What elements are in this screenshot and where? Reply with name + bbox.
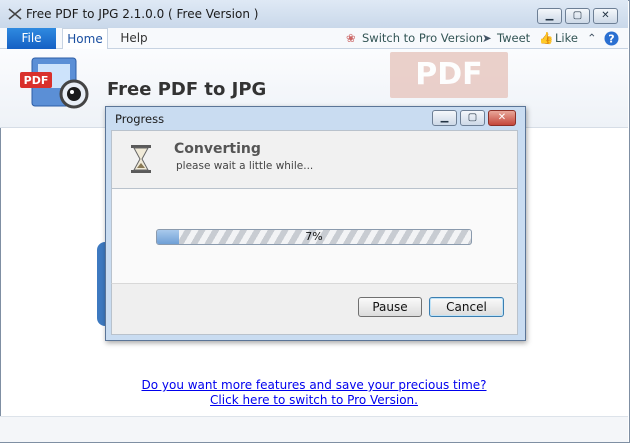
- pdf-watermark: PDF: [390, 52, 508, 98]
- tweet-link[interactable]: Tweet: [497, 31, 530, 45]
- app-heading: Free PDF to JPG: [107, 79, 267, 100]
- close-icon: ✕: [601, 10, 610, 21]
- hourglass-icon: [131, 145, 151, 173]
- help-icon[interactable]: ?: [604, 31, 619, 46]
- minimize-icon: ▁: [545, 10, 554, 21]
- promo-switch-link[interactable]: Click here to switch to Pro Version.: [210, 393, 418, 407]
- svg-text:?: ?: [608, 33, 614, 46]
- progress-bar: 7%: [156, 229, 472, 245]
- dialog-close-button[interactable]: ✕: [488, 110, 516, 126]
- tab-file[interactable]: File: [7, 28, 56, 49]
- switch-pro-link[interactable]: Switch to Pro Version: [362, 31, 483, 45]
- caret-up-icon[interactable]: ⌃: [587, 31, 597, 45]
- maximize-button[interactable]: ▢: [565, 8, 590, 24]
- dialog-title: Progress: [115, 112, 165, 126]
- window-title: Free PDF to JPG 2.1.0.0 ( Free Version ): [26, 7, 259, 21]
- close-icon: ✕: [497, 112, 507, 123]
- progress-label: 7%: [305, 230, 323, 243]
- pause-button[interactable]: Pause: [358, 297, 422, 317]
- app-icon: [8, 8, 22, 20]
- dialog-header-panel: [111, 130, 518, 189]
- status-bar: [0, 416, 628, 442]
- converting-subtext: please wait a little while...: [176, 160, 314, 172]
- close-button[interactable]: ✕: [593, 8, 618, 24]
- promo-features-link[interactable]: Do you want more features and save your …: [141, 378, 486, 392]
- dialog-minimize-button[interactable]: ▁: [432, 110, 457, 126]
- promo-line-2: Click here to switch to Pro Version.: [0, 393, 628, 407]
- bird-icon: ➤: [482, 31, 492, 45]
- svg-text:PDF: PDF: [24, 74, 49, 87]
- dialog-maximize-button[interactable]: ▢: [460, 110, 485, 126]
- minimize-icon: ▁: [440, 112, 449, 123]
- minimize-button[interactable]: ▁: [537, 8, 562, 24]
- maximize-icon: ▢: [572, 10, 583, 21]
- cancel-button[interactable]: Cancel: [429, 297, 504, 317]
- piggy-icon: ❀: [346, 31, 356, 45]
- thumb-icon: 👍: [539, 31, 554, 45]
- like-link[interactable]: Like: [555, 31, 578, 45]
- converting-heading: Converting: [174, 141, 261, 157]
- maximize-icon: ▢: [467, 112, 478, 123]
- tab-home[interactable]: Home: [62, 28, 108, 49]
- promo-line-1: Do you want more features and save your …: [0, 378, 628, 392]
- pdf-logo-icon: PDF: [20, 57, 89, 109]
- tab-help[interactable]: Help: [114, 28, 154, 48]
